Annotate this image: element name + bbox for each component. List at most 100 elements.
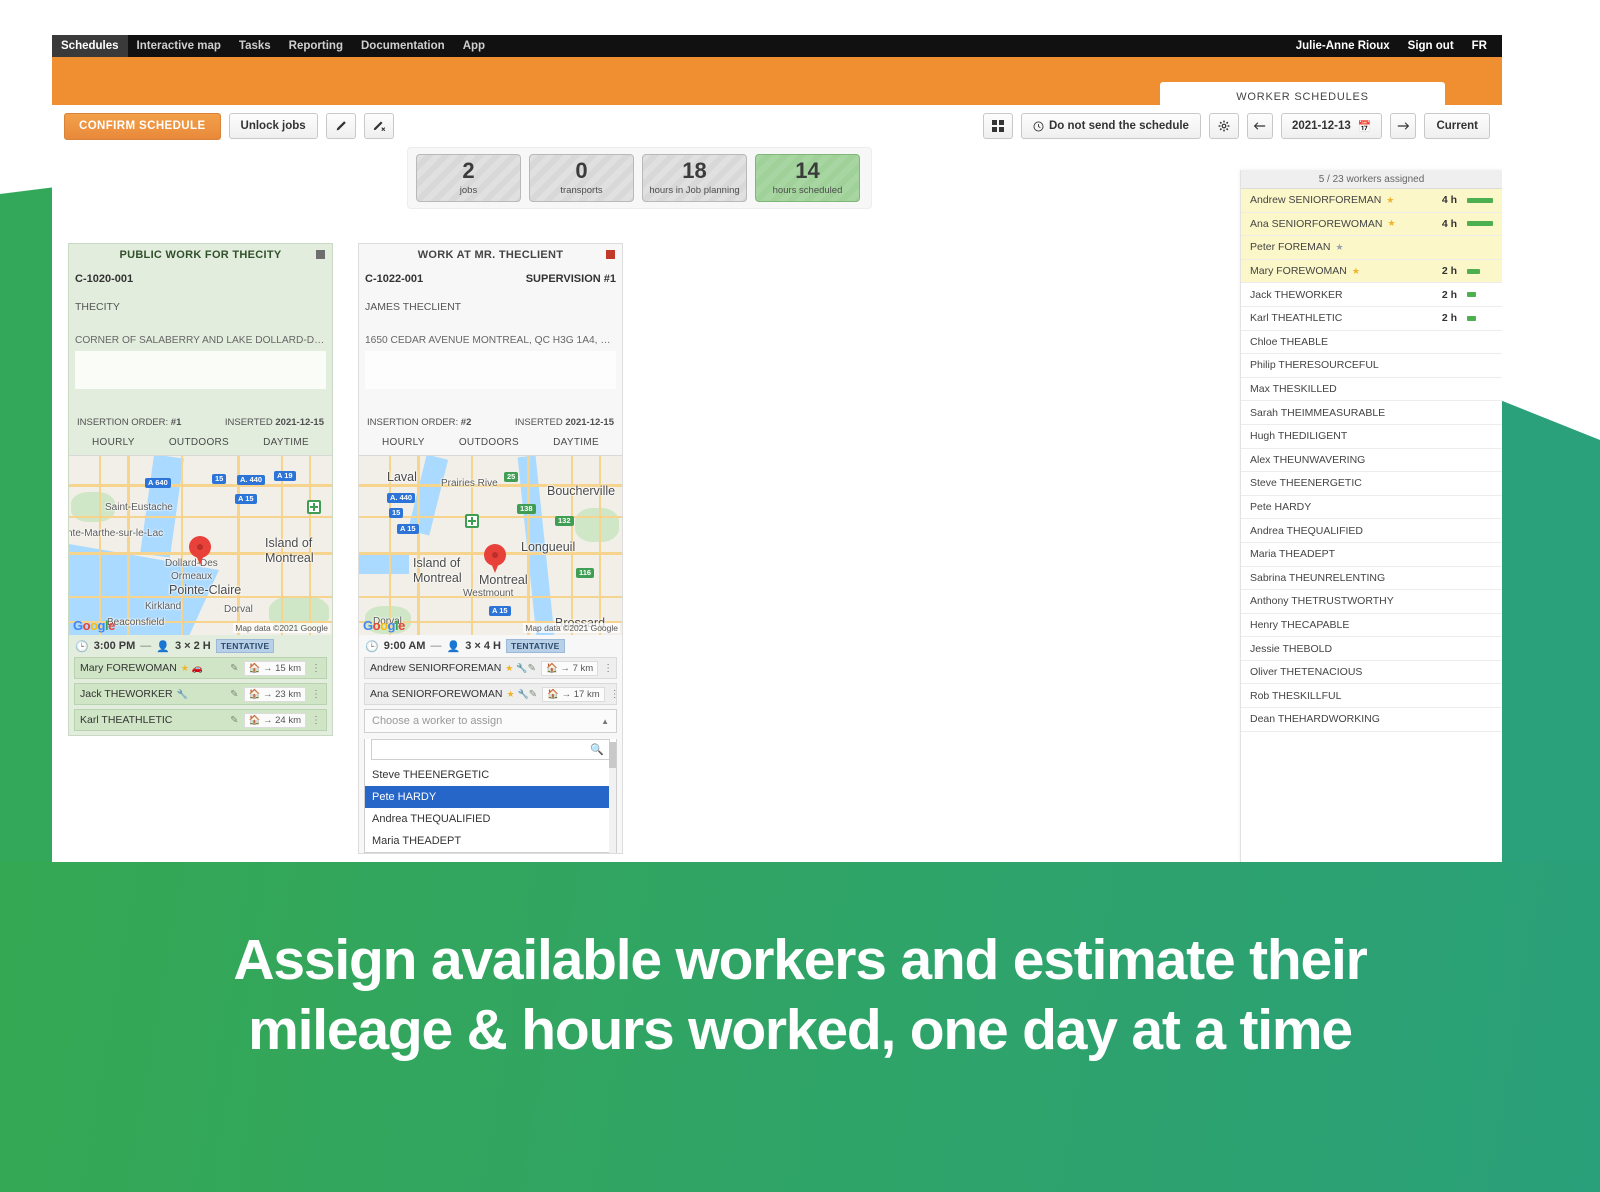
worker-list-row[interactable]: Karl THEATHLETIC2 h: [1241, 307, 1502, 331]
worker-list-row[interactable]: Maria THEADEPT: [1241, 543, 1502, 567]
worker-list-row[interactable]: Jack THEWORKER2 h: [1241, 283, 1502, 307]
worker-list-row[interactable]: Philip THERESOURCEFUL: [1241, 354, 1502, 378]
worker-list-row[interactable]: Peter FOREMAN★: [1241, 236, 1502, 260]
worker-badges: ★🔧: [505, 663, 527, 674]
nav-item-documentation[interactable]: Documentation: [352, 35, 454, 57]
language-switch-fr[interactable]: FR: [1463, 35, 1496, 57]
assign-placeholder-text: Choose a worker to assign: [372, 715, 502, 727]
assign-worker-search-input[interactable]: 🔍: [371, 739, 610, 760]
worker-list-row[interactable]: Sarah THEIMMEASURABLE: [1241, 401, 1502, 425]
worker-mileage-badge[interactable]: 🏠 → 7 km: [541, 661, 598, 676]
worker-list-row[interactable]: Hugh THEDILIGENT: [1241, 425, 1502, 449]
edit-worker-pencil-icon[interactable]: ✎: [230, 689, 238, 700]
worker-badges: 🔧: [177, 689, 188, 700]
edit-worker-pencil-icon[interactable]: ✎: [230, 663, 238, 674]
worker-option[interactable]: Steve THEENERGETIC: [365, 764, 616, 786]
google-watermark: Google: [363, 618, 405, 633]
worker-list-row[interactable]: Sabrina THEUNRELENTING: [1241, 567, 1502, 591]
job-card[interactable]: PUBLIC WORK FOR THECITYC-1020-001THECITY…: [68, 243, 333, 736]
worker-name: Oliver THETENACIOUS: [1250, 666, 1362, 678]
worker-list-row[interactable]: Chloe THEABLE: [1241, 331, 1502, 355]
current-user-label[interactable]: Julie-Anne Rioux: [1287, 35, 1399, 57]
confirm-schedule-button[interactable]: CONFIRM SCHEDULE: [64, 113, 221, 140]
sign-out-link[interactable]: Sign out: [1399, 35, 1463, 57]
worker-list-row[interactable]: Rob THESKILLFUL: [1241, 684, 1502, 708]
worker-list-row[interactable]: Oliver THETENACIOUS: [1241, 661, 1502, 685]
worker-option[interactable]: Pete HARDY: [365, 786, 616, 808]
chevron-up-icon: ▲: [601, 717, 609, 726]
worker-list-row[interactable]: Jessie THEBOLD: [1241, 637, 1502, 661]
assigned-worker-row[interactable]: Ana SENIORFOREWOMAN★🔧✎🏠 → 17 km⋮: [364, 683, 617, 705]
worker-list-row[interactable]: Pete HARDY: [1241, 496, 1502, 520]
worker-list-row[interactable]: Alex THEUNWAVERING: [1241, 449, 1502, 473]
worker-list-row[interactable]: Henry THECAPABLE: [1241, 614, 1502, 638]
pencil-icon[interactable]: [326, 113, 356, 139]
worker-hours-bar: [1467, 552, 1493, 557]
worker-row-menu-icon[interactable]: ⋮: [610, 689, 620, 700]
job-notes-box[interactable]: [365, 351, 616, 389]
job-location-map[interactable]: A 64015A. 440A 19A 15Saint-Eustachente-M…: [69, 455, 332, 635]
job-tag: HOURLY: [382, 437, 425, 448]
next-day-button[interactable]: [1390, 113, 1416, 139]
worker-mileage-badge[interactable]: 🏠 → 24 km: [244, 713, 306, 728]
edit-worker-pencil-icon[interactable]: ✎: [529, 689, 537, 700]
worker-list-row[interactable]: Mary FOREWOMAN★2 h: [1241, 260, 1502, 284]
assigned-worker-row[interactable]: Andrew SENIORFOREMAN★🔧✎🏠 → 7 km⋮: [364, 657, 617, 679]
job-notes-box[interactable]: [75, 351, 326, 389]
worker-name: Henry THECAPABLE: [1250, 619, 1349, 631]
edit-worker-pencil-icon[interactable]: ✎: [230, 715, 238, 726]
worker-list-row[interactable]: Steve THEENERGETIC: [1241, 472, 1502, 496]
worker-option[interactable]: Maria THEADEPT: [365, 830, 616, 852]
worker-hours-bar: [1467, 622, 1493, 627]
gear-icon[interactable]: [1209, 113, 1239, 139]
worker-option[interactable]: Andrea THEQUALIFIED: [365, 808, 616, 830]
assigned-worker-row[interactable]: Jack THEWORKER🔧✎🏠 → 23 km⋮: [74, 683, 327, 705]
map-route-shield: A 640: [145, 478, 171, 488]
worker-mileage-badge[interactable]: 🏠 → 15 km: [244, 661, 306, 676]
dropdown-scrollbar[interactable]: [609, 742, 616, 853]
worker-list-row[interactable]: Max THESKILLED: [1241, 378, 1502, 402]
map-route-shield: A 15: [235, 494, 257, 504]
nav-item-schedules[interactable]: Schedules: [52, 35, 128, 57]
pencil-off-icon[interactable]: [364, 113, 394, 139]
assigned-worker-row[interactable]: Karl THEATHLETIC✎🏠 → 24 km⋮: [74, 709, 327, 731]
worker-row-menu-icon[interactable]: ⋮: [311, 663, 321, 674]
map-road: [417, 456, 420, 635]
worker-mileage-badge[interactable]: 🏠 → 23 km: [244, 687, 306, 702]
wrench-icon: 🔧: [518, 689, 529, 700]
worker-row-menu-icon[interactable]: ⋮: [311, 689, 321, 700]
date-picker-button[interactable]: 2021-12-13 📅: [1281, 113, 1383, 139]
worker-hours: 4 h: [1417, 218, 1457, 230]
worker-mileage-badge[interactable]: 🏠 → 17 km: [542, 687, 604, 702]
assign-worker-dropdown[interactable]: Choose a worker to assign ▲ 🔍 Steve THEENER…: [364, 709, 617, 853]
previous-day-button[interactable]: [1247, 113, 1273, 139]
assigned-worker-row[interactable]: Mary FOREWOMAN★🚗✎🏠 → 15 km⋮: [74, 657, 327, 679]
worker-list-row[interactable]: Andrew SENIORFOREMAN★4 h: [1241, 189, 1502, 213]
nav-item-app[interactable]: App: [454, 35, 494, 57]
job-card[interactable]: WORK AT MR. THECLIENTC-1022-001SUPERVISI…: [358, 243, 623, 854]
edit-worker-pencil-icon[interactable]: ✎: [528, 663, 536, 674]
worker-list-row[interactable]: Ana SENIORFOREWOMAN★4 h: [1241, 213, 1502, 237]
job-tag: DAYTIME: [553, 437, 599, 448]
unlock-jobs-button[interactable]: Unlock jobs: [229, 113, 318, 139]
car-icon: 🚗: [192, 663, 203, 674]
worker-hours-bar: [1467, 198, 1493, 203]
worker-row-menu-icon[interactable]: ⋮: [311, 715, 321, 726]
nav-item-reporting[interactable]: Reporting: [280, 35, 352, 57]
arrow-left-icon: [1253, 121, 1266, 131]
worker-row-menu-icon[interactable]: ⋮: [603, 663, 613, 674]
nav-item-tasks[interactable]: Tasks: [230, 35, 280, 57]
map-place-label: Laval: [387, 470, 417, 484]
worker-list-row[interactable]: Andrea THEQUALIFIED: [1241, 519, 1502, 543]
map-route-shield: 15: [389, 508, 403, 518]
assign-worker-placeholder[interactable]: Choose a worker to assign ▲: [364, 709, 617, 733]
worker-list-row[interactable]: Dean THEHARDWORKING: [1241, 708, 1502, 732]
current-day-button[interactable]: Current: [1424, 113, 1490, 139]
worker-list-row[interactable]: Anthony THETRUSTWORTHY: [1241, 590, 1502, 614]
nav-item-interactive-map[interactable]: Interactive map: [128, 35, 230, 57]
job-location-map[interactable]: 25A. 44015138132A 15116A 15LavalPrairies…: [359, 455, 622, 635]
do-not-send-schedule-button[interactable]: Do not send the schedule: [1021, 113, 1201, 139]
stat-card-hours-in-job-planning: 18hours in Job planning: [642, 154, 747, 202]
map-place-label: Montreal: [265, 551, 314, 565]
grid-view-icon[interactable]: [983, 113, 1013, 139]
